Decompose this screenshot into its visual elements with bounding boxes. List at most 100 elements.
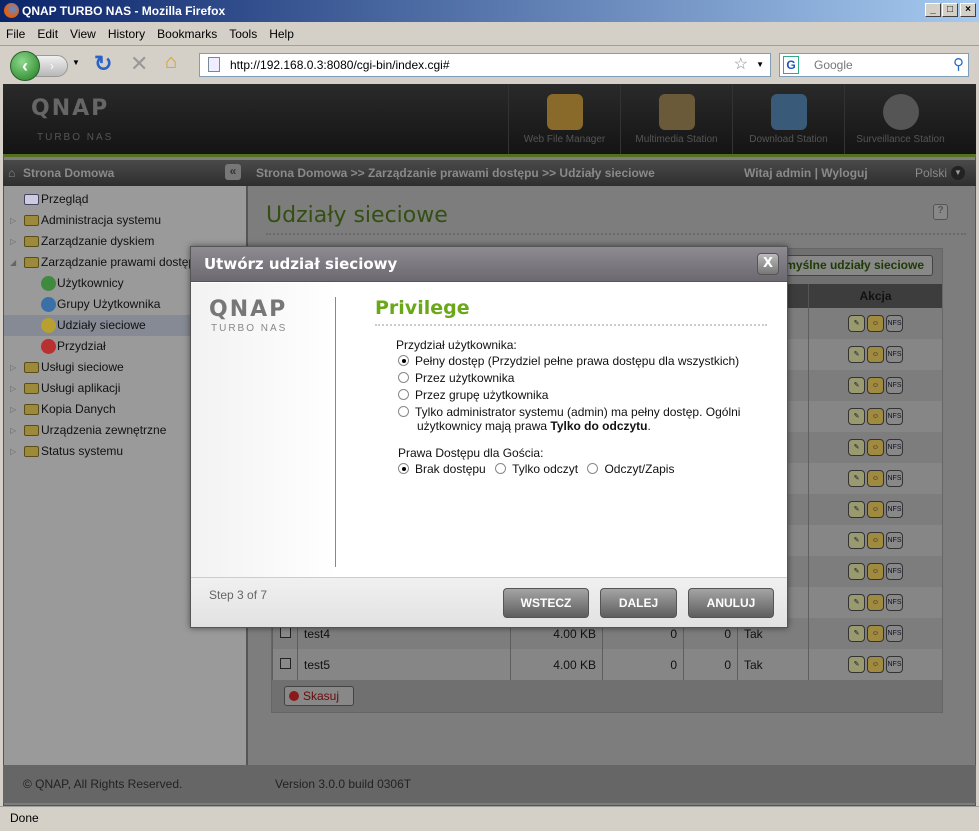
menu-history[interactable]: History (102, 22, 151, 46)
collapsed-icon[interactable]: ▷ (10, 420, 16, 441)
edit-icon[interactable]: ✎ (848, 563, 865, 580)
nfs-icon[interactable]: NFS (886, 470, 903, 487)
nfs-icon[interactable]: NFS (886, 625, 903, 642)
edit-icon[interactable]: ✎ (848, 501, 865, 518)
permission-icon[interactable]: ☺ (867, 346, 884, 363)
permission-icon[interactable]: ☺ (867, 501, 884, 518)
minimize-button[interactable]: _ (925, 3, 941, 17)
url-input[interactable]: http://192.168.0.3:8080/cgi-bin/index.cg… (199, 53, 771, 77)
edit-icon[interactable]: ✎ (848, 315, 865, 332)
user-assign-label: Przydział użytkownika: (396, 338, 517, 352)
collapsed-icon[interactable]: ▷ (10, 357, 16, 378)
edit-icon[interactable]: ✎ (848, 346, 865, 363)
close-dialog-button[interactable]: X (757, 253, 779, 275)
edit-icon[interactable]: ✎ (848, 470, 865, 487)
nfs-icon[interactable]: NFS (886, 377, 903, 394)
menu-bookmarks[interactable]: Bookmarks (151, 22, 223, 46)
back-step-button[interactable]: WSTECZ (503, 588, 589, 618)
url-dropdown-icon[interactable]: ▼ (756, 54, 764, 76)
sidebar-item-label: Przegląd (41, 192, 89, 206)
nfs-icon[interactable]: NFS (886, 501, 903, 518)
menu-view[interactable]: View (64, 22, 102, 46)
radio-read-write[interactable] (587, 463, 599, 474)
collapsed-icon[interactable]: ▷ (10, 441, 16, 462)
permission-icon[interactable]: ☺ (867, 408, 884, 425)
option-by-user[interactable]: Przez użytkownika (398, 371, 514, 385)
collapsed-icon[interactable]: ▷ (10, 231, 16, 252)
delete-button[interactable]: Skasuj (284, 686, 354, 706)
nfs-icon[interactable]: NFS (886, 656, 903, 673)
station-surveillance[interactable]: Surveillance Station (844, 84, 956, 154)
welcome-logout[interactable]: Witaj admin | Wyloguj (744, 160, 868, 186)
nfs-icon[interactable]: NFS (886, 594, 903, 611)
help-icon[interactable]: ? (933, 204, 948, 220)
edit-icon[interactable]: ✎ (848, 625, 865, 642)
download-icon (770, 94, 807, 130)
radio-by-user[interactable] (398, 372, 409, 383)
maximize-button[interactable]: □ (942, 3, 958, 17)
edit-icon[interactable]: ✎ (848, 377, 865, 394)
home-icon[interactable]: ⌂ (165, 51, 177, 74)
collapsed-icon[interactable]: ▷ (10, 210, 16, 231)
nfs-icon[interactable]: NFS (886, 315, 903, 332)
row-checkbox[interactable] (279, 626, 291, 638)
bookmark-star-icon[interactable]: ☆ (734, 54, 748, 76)
permission-icon[interactable]: ☺ (867, 470, 884, 487)
forward-button[interactable]: › (36, 55, 68, 77)
expanded-icon[interactable]: ◢ (10, 252, 16, 273)
permission-icon[interactable]: ☺ (867, 594, 884, 611)
permission-icon[interactable]: ☺ (867, 377, 884, 394)
permission-icon[interactable]: ☺ (867, 625, 884, 642)
search-icon[interactable]: ⚲ (953, 54, 964, 76)
close-window-button[interactable]: × (960, 3, 976, 17)
permission-icon[interactable]: ☺ (867, 439, 884, 456)
nfs-icon[interactable]: NFS (886, 408, 903, 425)
dialog-title-text: Utwórz udział sieciowy (204, 255, 398, 273)
menu-help[interactable]: Help (263, 22, 300, 46)
next-button[interactable]: DALEJ (600, 588, 677, 618)
radio-no-access[interactable] (398, 463, 409, 474)
permission-icon[interactable]: ☺ (867, 532, 884, 549)
sidebar-title: Strona Domowa (23, 166, 115, 180)
history-dropdown-icon[interactable]: ▼ (72, 58, 80, 67)
collapsed-icon[interactable]: ▷ (10, 399, 16, 420)
menu-edit[interactable]: Edit (31, 22, 64, 46)
chevron-down-icon[interactable]: ▼ (951, 166, 965, 180)
edit-icon[interactable]: ✎ (848, 408, 865, 425)
sidebar-item[interactable]: Przegląd (4, 189, 248, 210)
option-by-group[interactable]: Przez grupę użytkownika (398, 388, 548, 402)
sidebar-item[interactable]: ▷ Administracja systemu (4, 210, 248, 231)
radio-read-only[interactable] (495, 463, 507, 474)
nfs-icon[interactable]: NFS (886, 563, 903, 580)
search-input[interactable]: G Google ⚲ (779, 53, 969, 77)
permission-icon[interactable]: ☺ (867, 563, 884, 580)
reload-icon[interactable]: ↻ (94, 51, 112, 77)
nfs-icon[interactable]: NFS (886, 346, 903, 363)
edit-icon[interactable]: ✎ (848, 439, 865, 456)
column-header-action: Akcja (808, 284, 942, 308)
cancel-button[interactable]: ANULUJ (688, 588, 774, 618)
edit-icon[interactable]: ✎ (848, 532, 865, 549)
radio-by-group[interactable] (398, 389, 409, 400)
radio-full-access[interactable] (398, 355, 409, 366)
edit-icon[interactable]: ✎ (848, 656, 865, 673)
collapse-sidebar-button[interactable]: « (225, 164, 241, 180)
radio-admin-only[interactable] (398, 406, 409, 417)
stop-icon[interactable]: ✕ (130, 51, 148, 77)
permission-icon[interactable]: ☺ (867, 315, 884, 332)
edit-icon[interactable]: ✎ (848, 594, 865, 611)
menu-file[interactable]: File (0, 22, 31, 46)
row-checkbox[interactable] (279, 657, 291, 669)
collapsed-icon[interactable]: ▷ (10, 378, 16, 399)
station-multimedia[interactable]: Multimedia Station (620, 84, 732, 154)
option-full-access[interactable]: Pełny dostęp (Przydziel pełne prawa dost… (398, 354, 739, 368)
language-select[interactable]: Polski (915, 160, 947, 186)
nfs-icon[interactable]: NFS (886, 439, 903, 456)
nfs-icon[interactable]: NFS (886, 532, 903, 549)
back-button[interactable]: ‹ (10, 51, 40, 81)
permission-icon[interactable]: ☺ (867, 656, 884, 673)
option-admin-only[interactable]: Tylko administrator systemu (admin) ma p… (398, 405, 740, 433)
station-web-file-manager[interactable]: Web File Manager (508, 84, 620, 154)
station-download[interactable]: Download Station (732, 84, 844, 154)
menu-tools[interactable]: Tools (223, 22, 263, 46)
